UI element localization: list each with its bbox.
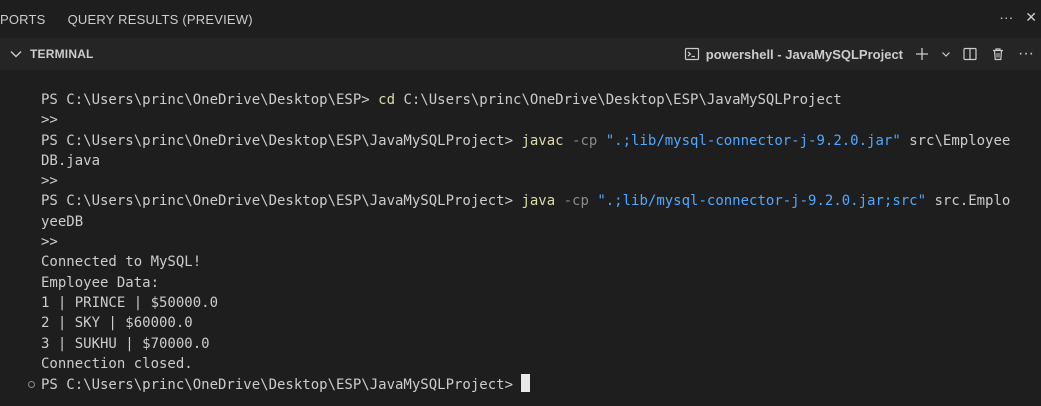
terminal-toolbar: powershell - JavaMySQLProject ··· [684, 38, 1041, 70]
tab-ports[interactable]: PORTS [0, 12, 46, 27]
command-text: javac [521, 132, 564, 149]
more-icon[interactable]: ··· [1017, 45, 1035, 63]
command-text: java [521, 193, 556, 210]
terminal-line: >> [41, 171, 1010, 191]
terminal-line: >> [41, 232, 1010, 252]
terminal-line: PS C:\Users\princ\OneDrive\Desktop\ESP\J… [41, 131, 1010, 151]
output-text: DB.java [41, 152, 101, 169]
terminal-icon [684, 47, 699, 61]
close-icon[interactable]: ✕ [1025, 9, 1037, 26]
argument-text: src.Emplo [926, 193, 1011, 210]
terminal-line: DB.java [41, 151, 1010, 171]
prompt-text: PS C:\Users\princ\OneDrive\Desktop\ESP\J… [41, 377, 522, 394]
terminal-lines: PS C:\Users\princ\OneDrive\Desktop\ESP> … [41, 90, 1010, 395]
terminal-line: Connected to MySQL! [41, 252, 1010, 272]
parameter-text: -cp [555, 193, 598, 210]
argument-text: C:\Users\princ\OneDrive\Desktop\ESP\Java… [395, 92, 842, 108]
more-actions-icon[interactable]: ··· [999, 9, 1013, 26]
output-text: >> [41, 112, 58, 129]
string-text: ".;lib/mysql-connector-j-9.2.0.jar;src" [597, 193, 927, 210]
trash-icon[interactable] [989, 45, 1007, 63]
command-status-dot-icon[interactable] [28, 381, 35, 389]
argument-text: src\Employee [900, 132, 1011, 149]
terminal-line: 3 | SUKHU | $70000.0 [41, 334, 1010, 354]
output-text: Employee Data: [41, 274, 160, 291]
terminal-line: PS C:\Users\princ\OneDrive\Desktop\ESP> … [41, 90, 1010, 110]
terminal-line: PS C:\Users\princ\OneDrive\Desktop\ESP\J… [41, 374, 1010, 395]
output-text: Connected to MySQL! [41, 254, 202, 271]
terminal-line: PS C:\Users\princ\OneDrive\Desktop\ESP\J… [41, 191, 1010, 211]
output-text: 2 | SKY | $60000.0 [41, 315, 193, 332]
split-icon[interactable] [961, 45, 979, 63]
output-text: 1 | PRINCE | $50000.0 [41, 294, 219, 311]
command-text: cd [378, 92, 396, 108]
prompt-text: PS C:\Users\princ\OneDrive\Desktop\ESP> [41, 92, 379, 108]
parameter-text: -cp [563, 132, 606, 149]
output-text: >> [41, 173, 58, 190]
terminal-header: TERMINAL powershell - JavaMySQLProject ·… [0, 38, 1041, 70]
output-text: >> [41, 234, 58, 251]
tab-actions: ··· ✕ [999, 9, 1037, 26]
shell-label: powershell - JavaMySQLProject [705, 46, 903, 62]
output-text: yeeDB [41, 213, 84, 230]
terminal-line: 2 | SKY | $60000.0 [41, 313, 1010, 333]
panel-tab-bar: PORTS QUERY RESULTS (PREVIEW) ··· ✕ [0, 0, 1041, 38]
terminal-title[interactable]: TERMINAL [30, 47, 94, 61]
terminal-line: 1 | PRINCE | $50000.0 [41, 293, 1010, 313]
chevron-down-icon[interactable] [941, 45, 951, 63]
chevron-down-icon[interactable] [8, 46, 24, 62]
output-text: Connection closed. [41, 355, 193, 372]
terminal-line: Connection closed. [41, 354, 1010, 374]
cursor [521, 374, 531, 393]
terminal-line: Employee Data: [41, 273, 1010, 293]
terminal-line: yeeDB [41, 212, 1010, 232]
tab-query-results[interactable]: QUERY RESULTS (PREVIEW) [68, 12, 253, 27]
shell-selector[interactable]: powershell - JavaMySQLProject [684, 46, 903, 62]
output-text: 3 | SUKHU | $70000.0 [41, 335, 210, 352]
prompt-text: PS C:\Users\princ\OneDrive\Desktop\ESP\J… [41, 193, 522, 210]
terminal-line: >> [41, 110, 1010, 130]
plus-icon[interactable] [913, 45, 931, 63]
string-text: ".;lib/mysql-connector-j-9.2.0.jar" [605, 132, 901, 149]
terminal-output[interactable]: PS C:\Users\princ\OneDrive\Desktop\ESP> … [0, 70, 1041, 406]
prompt-text: PS C:\Users\princ\OneDrive\Desktop\ESP\J… [41, 132, 522, 149]
